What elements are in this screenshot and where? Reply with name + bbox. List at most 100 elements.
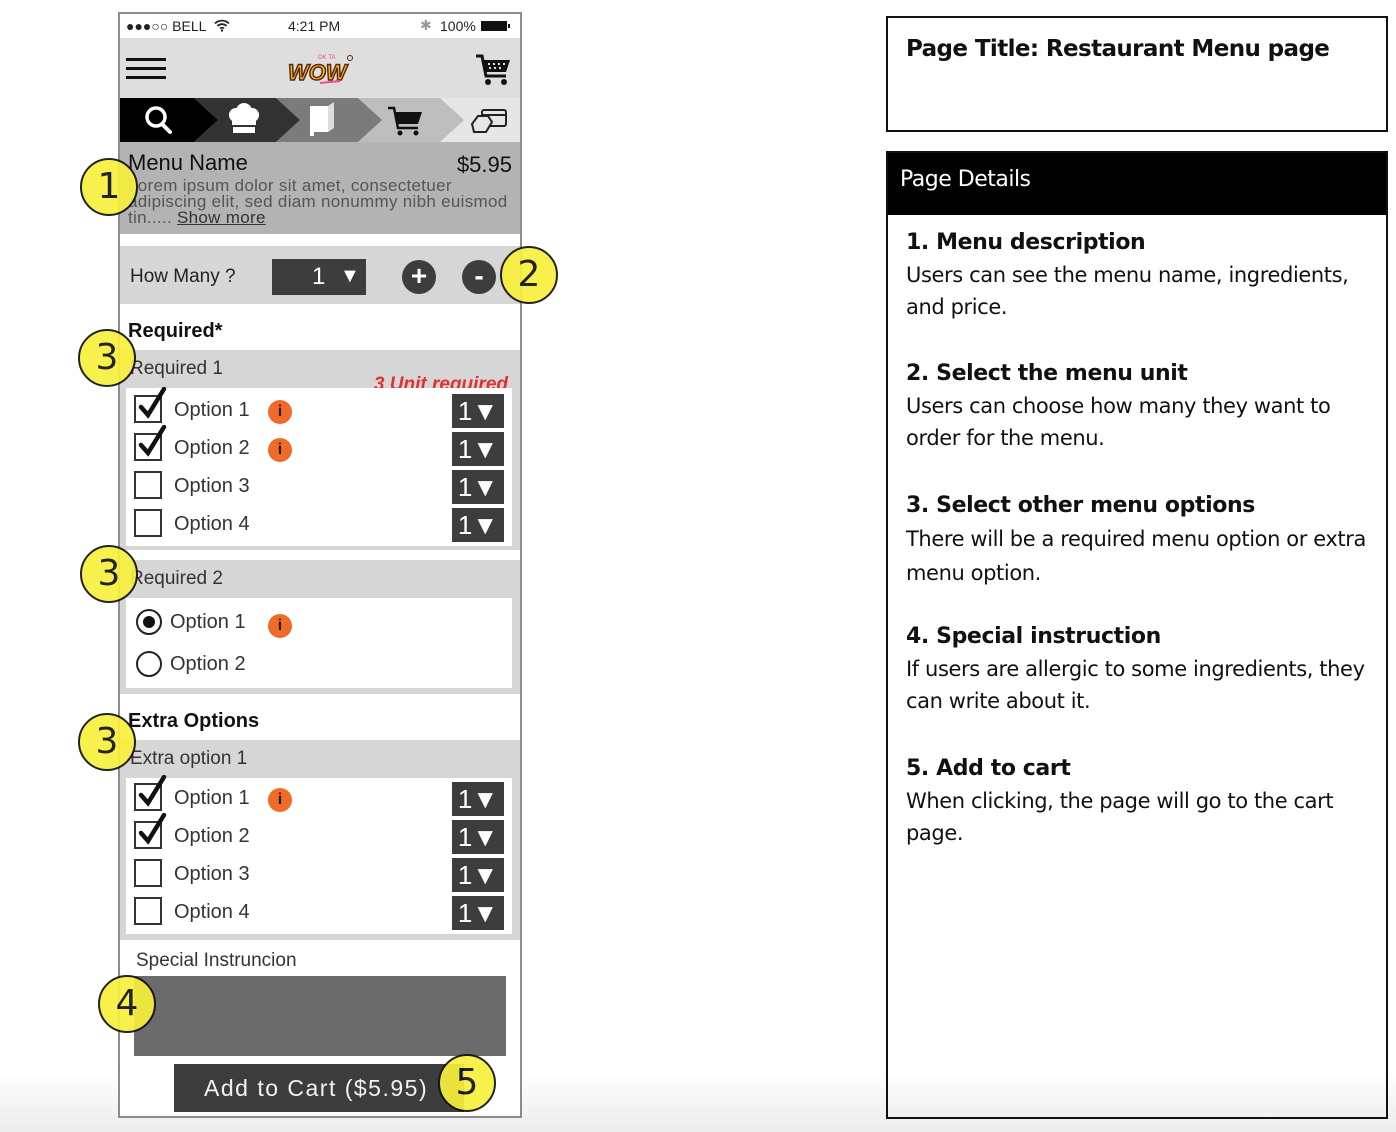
order-steps-breadcrumb bbox=[120, 98, 520, 142]
detail-body: If users are allergic to some ingredient… bbox=[906, 657, 1365, 713]
show-more-link[interactable]: Show more bbox=[177, 208, 266, 227]
detail-item: 3. Select other menu options There will … bbox=[906, 490, 1376, 590]
required-group-1-header: Required 1 3 Unit required bbox=[120, 350, 520, 395]
page-details-box: Page Details 1. Menu description Users c… bbox=[886, 151, 1388, 1119]
radio-option-row: Option 2 bbox=[126, 646, 506, 682]
option-radio[interactable] bbox=[136, 651, 162, 677]
option-row: Option 3 1▼ bbox=[126, 468, 506, 504]
option-label: Option 4 bbox=[174, 513, 250, 535]
option-checkbox[interactable] bbox=[134, 471, 162, 499]
menu-price: $5.95 bbox=[456, 152, 512, 177]
detail-heading: 4. Special instruction bbox=[906, 624, 1161, 649]
detail-item: 2. Select the menu unit Users can choose… bbox=[906, 358, 1376, 454]
required-group-2-options: Option 1 i Option 2 bbox=[126, 598, 512, 688]
info-icon[interactable]: i bbox=[268, 400, 292, 424]
option-label: Option 1 bbox=[174, 787, 250, 809]
option-row: Option 4 1▼ bbox=[126, 894, 506, 930]
menu-description-text: Lorem ipsum dolor sit amet, consectetuer… bbox=[128, 177, 514, 227]
phone-mockup: ●●●○○ BELL 4:21 PM ✱ 100% OK TA WOW Menu… bbox=[118, 12, 522, 1118]
detail-heading: 1. Menu description bbox=[906, 230, 1146, 255]
chevron-down-icon: ▼ bbox=[340, 265, 360, 287]
cart-icon[interactable] bbox=[474, 52, 512, 88]
page-details-header: Page Details bbox=[888, 153, 1386, 215]
option-row: Option 4 1▼ bbox=[126, 506, 506, 542]
option-row: Option 3 1▼ bbox=[126, 856, 506, 892]
checkmark-icon bbox=[138, 387, 167, 419]
battery-percent: 100% bbox=[440, 18, 476, 34]
callout-1: 1 bbox=[80, 158, 138, 216]
info-icon[interactable]: i bbox=[268, 438, 292, 462]
detail-body: Users can see the menu name, ingredients… bbox=[906, 263, 1349, 319]
group-name: Extra option 1 bbox=[130, 748, 248, 769]
extra-group-1-header: Extra option 1 bbox=[120, 740, 520, 776]
decrement-button[interactable]: - bbox=[462, 260, 496, 294]
checkmark-icon bbox=[138, 425, 167, 457]
info-icon[interactable]: i bbox=[268, 788, 292, 812]
detail-heading: 3. Select other menu options bbox=[906, 493, 1255, 518]
option-checkbox[interactable] bbox=[134, 813, 167, 849]
extra-section-title: Extra Options bbox=[128, 710, 260, 732]
option-label: Option 1 bbox=[170, 611, 246, 633]
option-unit-select[interactable]: 1▼ bbox=[452, 820, 504, 854]
option-unit-select[interactable]: 1▼ bbox=[452, 858, 504, 892]
quantity-value: 1 bbox=[312, 263, 326, 290]
required-group-1-options: Option 1 i 1▼ Option 2 i 1▼ Option 3 1▼ … bbox=[126, 387, 512, 546]
carrier-signal: ●●●○○ BELL bbox=[126, 18, 207, 34]
option-label: Option 1 bbox=[174, 399, 250, 421]
option-label: Option 2 bbox=[170, 653, 246, 675]
battery-icon bbox=[481, 21, 510, 31]
extra-group-1-options: Option 1 i 1▼ Option 2 1▼ Option 3 1▼ Op… bbox=[126, 775, 512, 934]
quantity-row: How Many ? 1 ▼ + - bbox=[120, 246, 520, 304]
page-title: Page Title: Restaurant Menu page bbox=[906, 36, 1330, 62]
option-unit-select[interactable]: 1▼ bbox=[452, 508, 504, 542]
option-label: Option 3 bbox=[174, 863, 250, 885]
checkmark-icon bbox=[138, 775, 167, 807]
callout-3: 3 bbox=[78, 713, 136, 771]
checkmark-icon bbox=[138, 813, 167, 845]
option-checkbox[interactable] bbox=[134, 897, 162, 925]
option-checkbox[interactable] bbox=[134, 859, 162, 887]
menu-description: Menu Name $5.95 Lorem ipsum dolor sit am… bbox=[120, 142, 520, 234]
option-unit-select[interactable]: 1▼ bbox=[452, 896, 504, 930]
logo: OK TA WOW bbox=[287, 55, 353, 86]
radio-option-row: Option 1 i bbox=[126, 604, 506, 640]
option-checkbox[interactable] bbox=[134, 387, 167, 423]
special-instruction-label: Special Instruncion bbox=[136, 950, 297, 971]
option-unit-select[interactable]: 1▼ bbox=[452, 782, 504, 816]
detail-heading: 5. Add to cart bbox=[906, 756, 1071, 781]
callout-4: 4 bbox=[98, 975, 156, 1033]
callout-2: 2 bbox=[500, 246, 558, 304]
option-checkbox[interactable] bbox=[134, 775, 167, 811]
detail-heading: 2. Select the menu unit bbox=[906, 361, 1188, 386]
detail-item: 4. Special instruction If users are alle… bbox=[906, 621, 1376, 717]
required-group-2-header: Required 2 bbox=[120, 560, 520, 598]
add-to-cart-button[interactable]: Add to Cart ($5.95) bbox=[174, 1064, 464, 1112]
option-label: Option 3 bbox=[174, 475, 250, 497]
option-label: Option 4 bbox=[174, 901, 250, 923]
increment-button[interactable]: + bbox=[402, 260, 436, 294]
callout-5: 5 bbox=[438, 1054, 496, 1112]
status-bar: ●●●○○ BELL 4:21 PM ✱ 100% bbox=[120, 14, 520, 38]
option-unit-select[interactable]: 1▼ bbox=[452, 394, 504, 428]
option-checkbox[interactable] bbox=[134, 425, 167, 461]
option-row: Option 1 i 1▼ bbox=[126, 775, 506, 816]
group-name: Required 1 bbox=[130, 358, 223, 379]
detail-item: 5. Add to cart When clicking, the page w… bbox=[906, 753, 1376, 849]
option-unit-select[interactable]: 1▼ bbox=[452, 470, 504, 504]
info-icon[interactable]: i bbox=[268, 614, 292, 638]
quantity-label: How Many ? bbox=[130, 266, 236, 287]
detail-body: There will be a required menu option or … bbox=[906, 527, 1366, 585]
page-details-title: Page Details bbox=[900, 167, 1031, 192]
quantity-select[interactable]: 1 ▼ bbox=[272, 259, 366, 295]
bluetooth-icon: ✱ bbox=[420, 17, 432, 33]
detail-body: Users can choose how many they want to o… bbox=[906, 394, 1331, 450]
hamburger-icon[interactable] bbox=[126, 58, 166, 82]
menu-name: Menu Name bbox=[128, 150, 248, 175]
option-label: Option 2 bbox=[174, 825, 250, 847]
clock: 4:21 PM bbox=[288, 18, 341, 34]
special-instruction-input[interactable] bbox=[134, 976, 506, 1056]
option-radio[interactable] bbox=[136, 609, 162, 635]
option-checkbox[interactable] bbox=[134, 509, 162, 537]
option-unit-select[interactable]: 1▼ bbox=[452, 432, 504, 466]
radio-selected-dot bbox=[143, 616, 155, 628]
